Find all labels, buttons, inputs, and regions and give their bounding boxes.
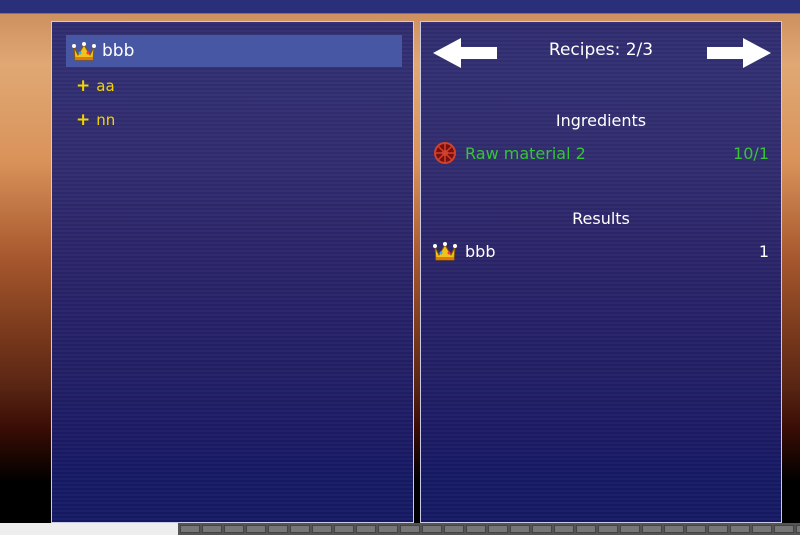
slot <box>312 525 332 533</box>
ingredients-title: Ingredients <box>555 111 647 130</box>
recipe-detail-panel: Recipes: 2/3 Ingredients Raw material 2 … <box>420 21 782 523</box>
slot <box>246 525 266 533</box>
slot <box>554 525 574 533</box>
slot <box>268 525 288 533</box>
slot <box>686 525 706 533</box>
slot <box>444 525 464 533</box>
plus-icon: + <box>76 110 91 130</box>
slot <box>224 525 244 533</box>
results-title: Results <box>572 209 630 228</box>
wheel-icon <box>434 142 456 164</box>
slot <box>466 525 486 533</box>
slot <box>620 525 640 533</box>
slot <box>664 525 684 533</box>
slot <box>202 525 222 533</box>
slot <box>290 525 310 533</box>
result-row: bbb 1 <box>433 237 769 265</box>
recipe-item-aa[interactable]: + aa <box>66 76 115 96</box>
slot <box>752 525 772 533</box>
next-arrow-icon[interactable] <box>707 38 771 68</box>
ingredient-count: 10/1 <box>733 143 769 163</box>
slot <box>180 525 200 533</box>
recipes-counter: Recipes: 2/3 <box>548 40 654 60</box>
top-bar <box>0 0 800 14</box>
crown-icon <box>433 242 457 261</box>
bottom-strip: (function(){ var strip = document.curren… <box>0 523 800 535</box>
slot <box>378 525 398 533</box>
slot <box>598 525 618 533</box>
recipe-list-panel: bbb + aa + nn <box>51 21 414 523</box>
result-count: 1 <box>758 241 769 261</box>
slot <box>796 525 800 533</box>
previous-arrow-icon[interactable] <box>433 38 497 68</box>
slot <box>774 525 794 533</box>
slot <box>422 525 442 533</box>
result-name: bbb <box>465 241 496 261</box>
slot <box>510 525 530 533</box>
slot <box>356 525 376 533</box>
recipe-item-label: bbb <box>102 41 135 61</box>
slot <box>532 525 552 533</box>
recipe-item-bbb[interactable]: bbb <box>66 35 402 67</box>
slot <box>400 525 420 533</box>
recipe-item-label: aa <box>96 77 115 95</box>
recipe-item-label: nn <box>96 111 116 129</box>
slot <box>642 525 662 533</box>
plus-icon: + <box>76 76 91 96</box>
recipe-item-nn[interactable]: + nn <box>66 110 115 130</box>
slot <box>334 525 354 533</box>
slot <box>708 525 728 533</box>
slot <box>488 525 508 533</box>
ingredient-row: Raw material 2 10/1 <box>433 139 769 167</box>
slot <box>576 525 596 533</box>
crown-icon <box>72 42 96 61</box>
ingredient-name: Raw material 2 <box>465 143 586 163</box>
slot <box>730 525 750 533</box>
